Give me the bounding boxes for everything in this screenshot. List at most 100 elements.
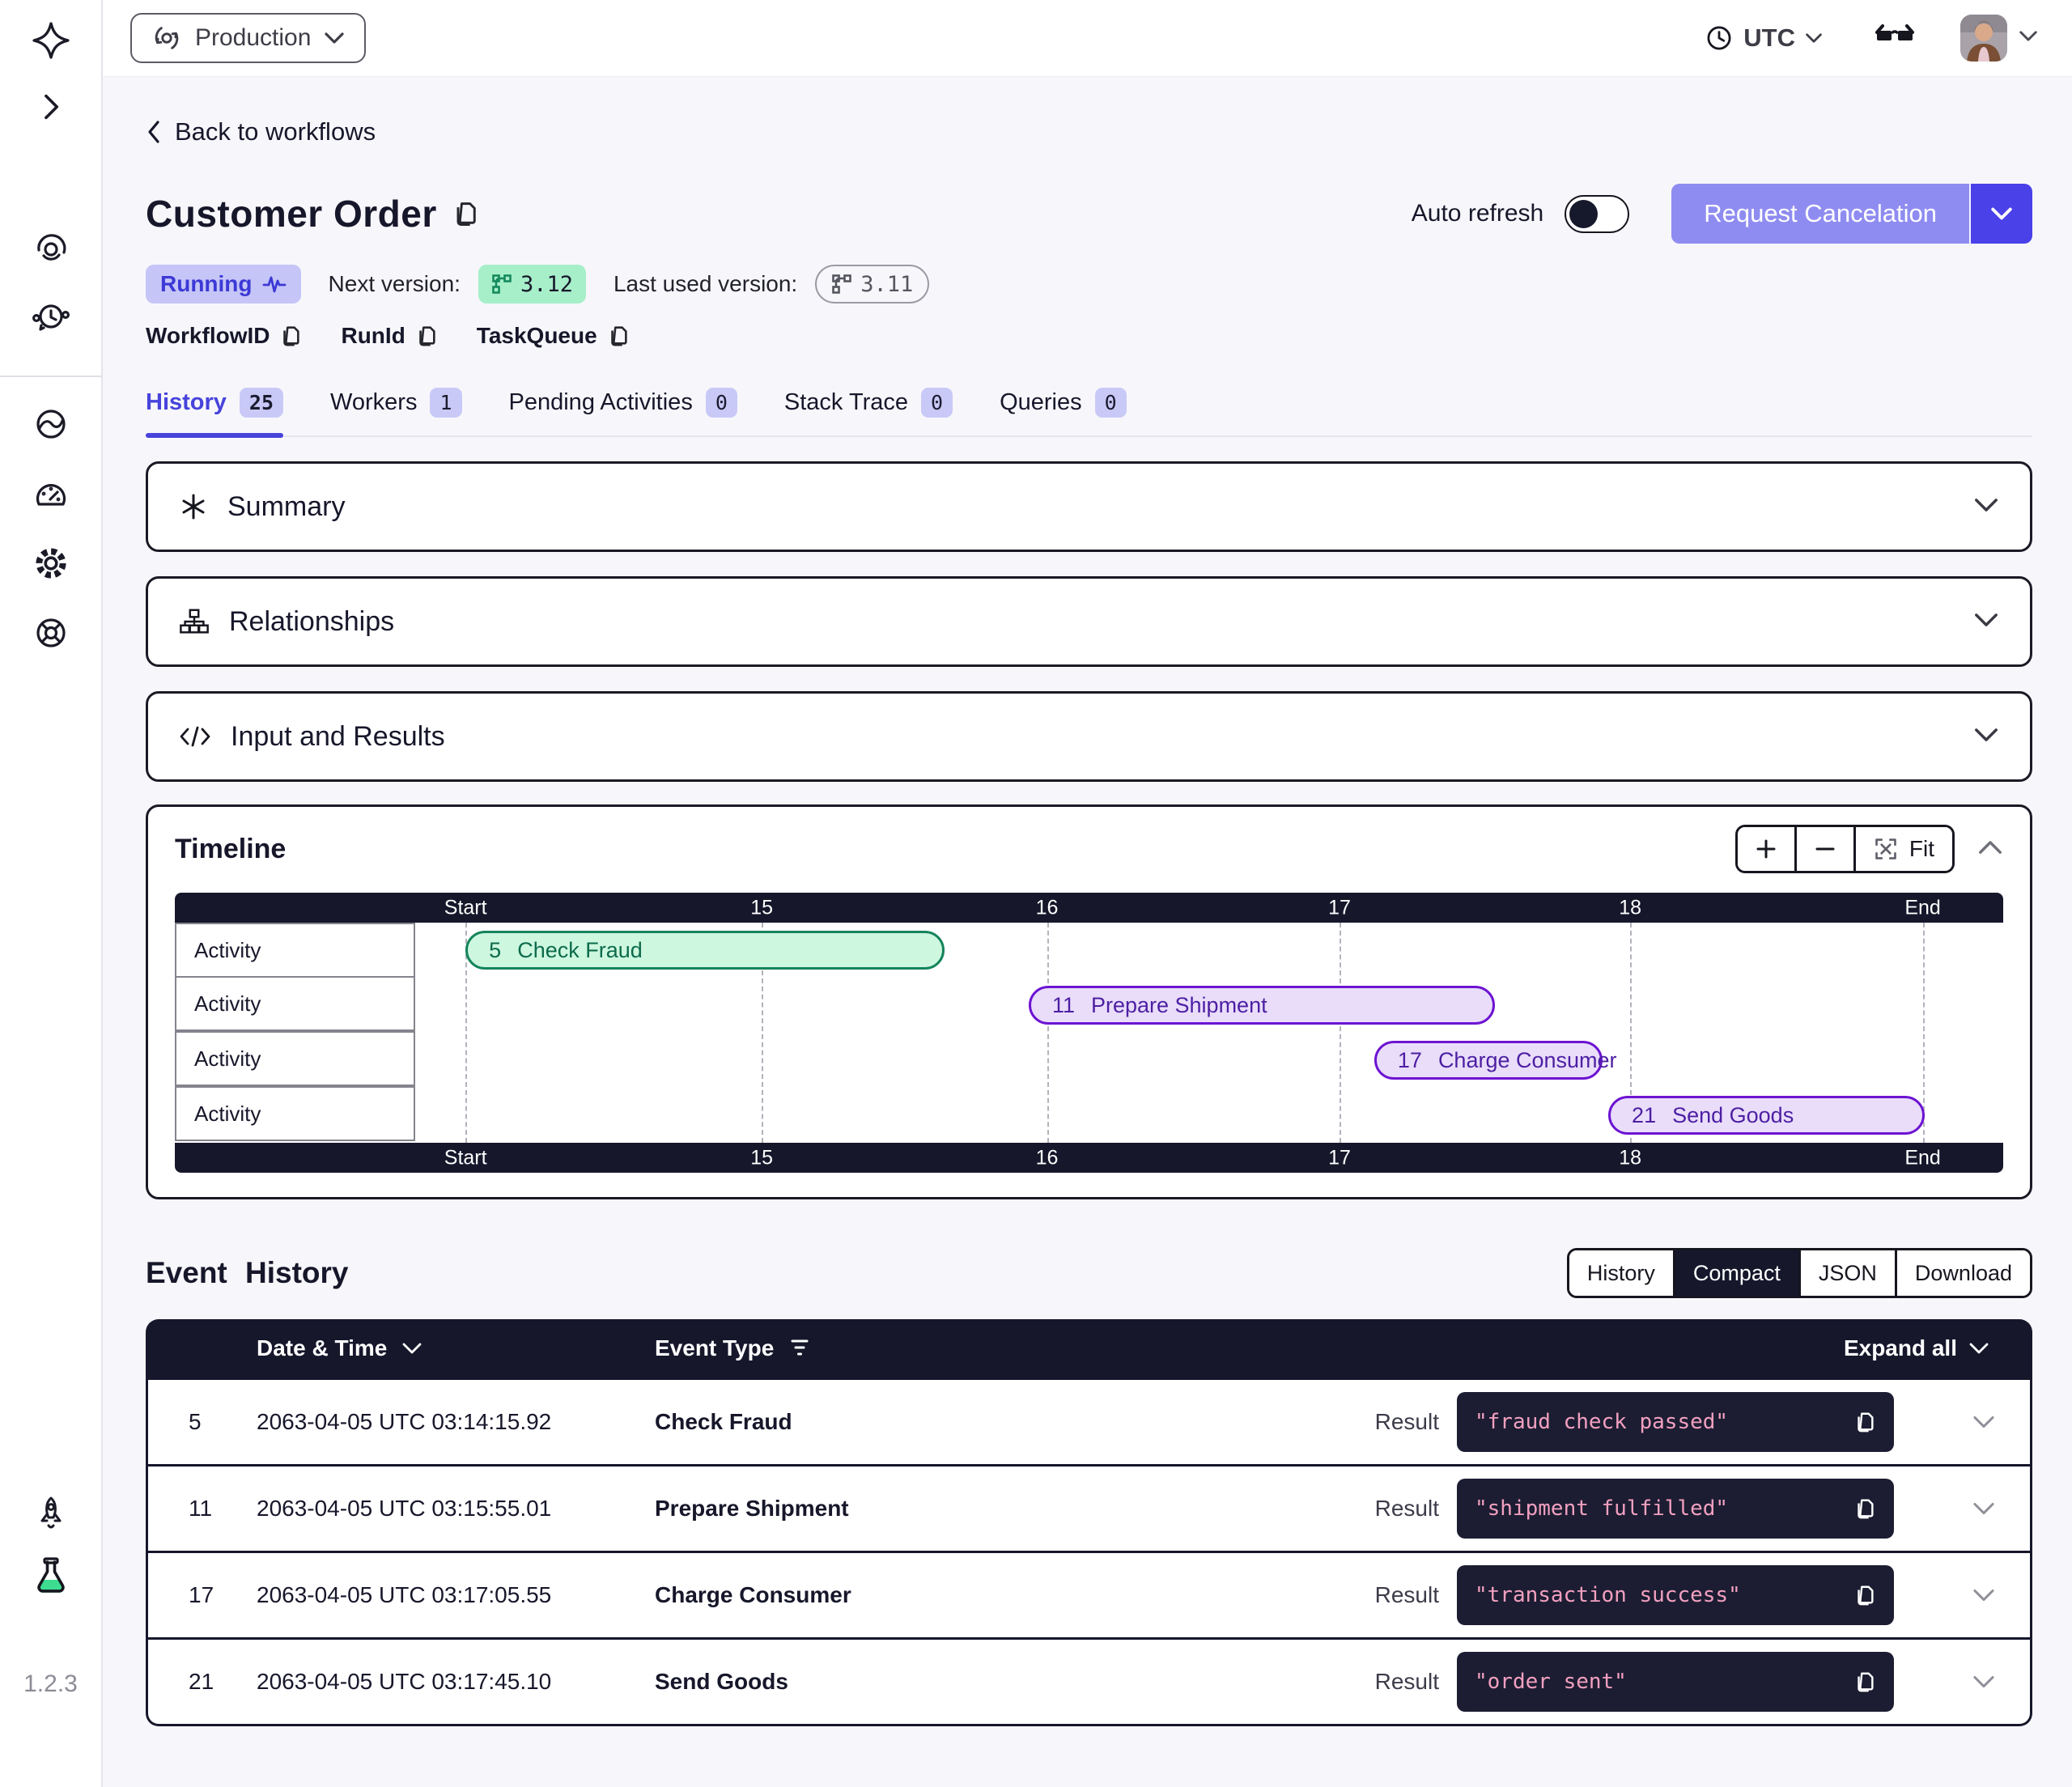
topbar: Production UTC [103, 0, 2072, 77]
event-type: Charge Consumer [655, 1582, 1375, 1608]
expand-row-chevron[interactable] [1972, 1414, 1996, 1430]
timeline-bar-check-fraud[interactable]: 5Check Fraud [465, 931, 945, 970]
event-row[interactable]: 17 2063-04-05 UTC 03:17:05.55 Charge Con… [148, 1553, 2030, 1637]
workflow-id-copy[interactable]: WorkflowID [146, 323, 302, 349]
back-to-workflows-link[interactable]: Back to workflows [146, 117, 376, 146]
namespace-switcher[interactable]: Production [130, 13, 366, 63]
expand-row-chevron[interactable] [1972, 1587, 1996, 1603]
task-queue-copy[interactable]: TaskQueue [477, 323, 630, 349]
timeline-axis-label: 18 [1619, 896, 1641, 919]
usage-gauge-icon[interactable] [25, 468, 77, 520]
ids-row: WorkflowID RunId [146, 323, 2032, 349]
asterisk-icon [179, 492, 208, 521]
timeline-axis-bottom: Start15161718End [175, 1143, 2003, 1173]
tab-bar: History25 Workers1 Pending Activities0 S… [146, 388, 2032, 437]
schedules-icon[interactable] [25, 291, 77, 343]
timeline-card: Timeline [146, 804, 2032, 1199]
rocket-icon[interactable] [25, 1488, 77, 1539]
event-row[interactable]: 21 2063-04-05 UTC 03:17:45.10 Send Goods… [148, 1640, 2030, 1724]
title-row: Customer Order Auto refresh Request Canc… [146, 184, 2032, 244]
support-lifebuoy-icon[interactable] [25, 607, 77, 659]
event-type: Send Goods [655, 1669, 1375, 1695]
timeline-row-label: Activity [175, 1031, 415, 1086]
chevron-down-icon[interactable] [1973, 726, 1999, 748]
user-avatar[interactable] [1960, 15, 2007, 62]
app-version: 1.2.3 [23, 1670, 78, 1698]
expand-sidebar-button[interactable] [25, 81, 77, 133]
branch-icon [831, 274, 852, 295]
event-datetime: 2063-04-05 UTC 03:17:45.10 [257, 1669, 655, 1695]
content: Back to workflows Customer Order Auto re… [103, 77, 2072, 1787]
chevron-down-icon [324, 31, 345, 45]
timeline-axis-label: 15 [750, 896, 773, 919]
sidebar-divider [0, 376, 102, 377]
timeline-axis-label: End [1904, 896, 1940, 919]
result-chip: "order sent" [1457, 1652, 1894, 1712]
timeline-axis-label: 17 [1328, 1146, 1351, 1169]
copy-workflow-name-button[interactable] [452, 199, 479, 228]
input-results-section[interactable]: Input and Results [146, 691, 2032, 782]
event-datetime: 2063-04-05 UTC 03:15:55.01 [257, 1496, 655, 1522]
user-menu-chevron[interactable] [2019, 29, 2038, 47]
tab-stack-trace[interactable]: Stack Trace0 [784, 388, 953, 435]
chevron-down-icon[interactable] [1973, 496, 1999, 518]
labs-flask-icon[interactable] [25, 1551, 77, 1602]
nexus-icon[interactable] [25, 398, 77, 450]
zoom-out-button[interactable] [1794, 827, 1853, 871]
copy-result-button[interactable] [1853, 1583, 1876, 1607]
timeline-axis-label: 15 [750, 1146, 773, 1169]
tab-queries[interactable]: Queries0 [1000, 388, 1127, 435]
chevron-down-icon[interactable] [1973, 611, 1999, 633]
event-history-title: Event History [146, 1256, 349, 1290]
event-id: 11 [189, 1496, 257, 1522]
summary-section[interactable]: Summary [146, 461, 2032, 552]
filter-icon[interactable] [790, 1338, 809, 1359]
auto-refresh-label: Auto refresh [1412, 200, 1543, 227]
timeline-bar-prepare-shipment[interactable]: 11Prepare Shipment [1029, 986, 1495, 1025]
request-cancelation-button[interactable]: Request Cancelation [1671, 184, 1969, 244]
tab-history[interactable]: History25 [146, 388, 283, 435]
copy-result-button[interactable] [1853, 1496, 1876, 1521]
run-id-copy[interactable]: RunId [341, 323, 437, 349]
zoom-fit-button[interactable]: Fit [1853, 827, 1952, 871]
chevron-down-icon [401, 1341, 422, 1356]
result-label: Result [1375, 1409, 1439, 1435]
copy-icon [607, 324, 630, 348]
timeline-axis-label: 16 [1036, 1146, 1059, 1169]
event-row[interactable]: 5 2063-04-05 UTC 03:14:15.92 Check Fraud… [148, 1380, 2030, 1464]
settings-gear-icon[interactable] [25, 537, 77, 589]
cancelation-options-chevron[interactable] [1969, 184, 2032, 244]
next-version-badge: 3.12 [478, 265, 586, 303]
event-datetime: 2063-04-05 UTC 03:14:15.92 [257, 1409, 655, 1435]
copy-result-button[interactable] [1853, 1670, 1876, 1694]
namespace-label: Production [195, 24, 311, 52]
view-json-button[interactable]: JSON [1798, 1250, 1895, 1296]
timeline-gantt: Start15161718End Activity 5Check Fraud A… [175, 893, 2003, 1173]
event-row[interactable]: 11 2063-04-05 UTC 03:15:55.01 Prepare Sh… [148, 1467, 2030, 1551]
chevron-down-icon [1805, 32, 1823, 45]
relationships-section[interactable]: Relationships [146, 576, 2032, 667]
timeline-bar-send-goods[interactable]: 21Send Goods [1608, 1096, 1925, 1135]
tab-pending-activities[interactable]: Pending Activities0 [509, 388, 737, 435]
download-button[interactable]: Download [1895, 1250, 2030, 1296]
sort-by-datetime[interactable]: Date & Time [257, 1335, 655, 1361]
auto-refresh-toggle[interactable] [1565, 195, 1629, 233]
copy-result-button[interactable] [1853, 1410, 1876, 1434]
expand-row-chevron[interactable] [1972, 1674, 1996, 1690]
expand-all-button[interactable]: Expand all [1844, 1335, 1989, 1361]
zoom-in-button[interactable] [1738, 827, 1794, 871]
last-used-version-label: Last used version: [614, 271, 797, 297]
incognito-glasses-icon[interactable] [1875, 23, 1915, 54]
view-history-button[interactable]: History [1569, 1250, 1673, 1296]
timeline-collapse-chevron[interactable] [1977, 838, 2003, 860]
view-compact-button[interactable]: Compact [1673, 1250, 1798, 1296]
expand-row-chevron[interactable] [1972, 1500, 1996, 1517]
timeline-axis-label: End [1904, 1146, 1940, 1169]
tab-workers[interactable]: Workers1 [330, 388, 461, 435]
result-label: Result [1375, 1582, 1439, 1608]
tree-icon [179, 608, 210, 635]
timezone-selector[interactable]: UTC [1705, 23, 1823, 53]
timeline-bar-charge-consumer[interactable]: 17Charge Consumer [1374, 1041, 1603, 1080]
status-badge: Running [146, 265, 301, 303]
workflows-icon[interactable] [25, 222, 77, 274]
